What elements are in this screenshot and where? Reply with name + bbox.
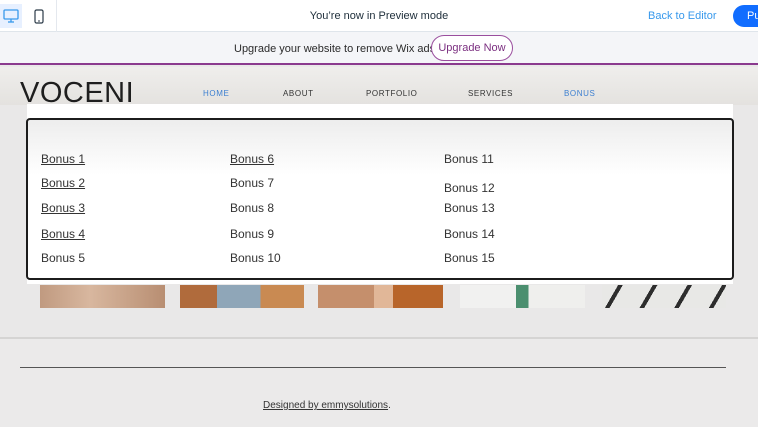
ads-text: Upgrade your website to remove Wix ads	[234, 43, 436, 55]
upgrade-now-button[interactable]: Upgrade Now	[431, 35, 513, 61]
nav-about[interactable]: ABOUT	[283, 89, 314, 98]
nav-services[interactable]: SERVICES	[468, 89, 513, 98]
gallery-image-2[interactable]	[180, 285, 304, 308]
wix-ads-banner: Upgrade your website to remove Wix ads U…	[0, 32, 758, 65]
bonus-link-3[interactable]: Bonus 3	[41, 201, 85, 215]
footer-credit: Designed by emmysolutions.	[263, 400, 391, 411]
designer-credit-link[interactable]: Designed by emmysolutions	[263, 400, 388, 411]
nav-home[interactable]: HOME	[203, 89, 229, 98]
bonus-link-8[interactable]: Bonus 8	[230, 201, 274, 215]
bonus-dropdown-menu: Bonus 1 Bonus 2 Bonus 3 Bonus 4 Bonus 5 …	[26, 118, 734, 280]
bonus-link-1[interactable]: Bonus 1	[41, 152, 85, 166]
bonus-link-15[interactable]: Bonus 15	[444, 251, 495, 265]
site-footer	[0, 339, 758, 427]
gallery-image-4[interactable]	[460, 285, 585, 308]
bonus-link-6[interactable]: Bonus 6	[230, 152, 274, 166]
bonus-link-9[interactable]: Bonus 9	[230, 227, 274, 241]
publish-button[interactable]: Pu	[733, 5, 758, 27]
gallery-image-1[interactable]	[40, 285, 165, 308]
gallery-image-3[interactable]	[318, 285, 443, 308]
back-to-editor-link[interactable]: Back to Editor	[648, 10, 716, 22]
bonus-link-7[interactable]: Bonus 7	[230, 176, 274, 190]
preview-topbar: You’re now in Preview mode Back to Edito…	[0, 0, 758, 32]
preview-mode-text: You’re now in Preview mode	[309, 10, 449, 22]
bonus-link-14[interactable]: Bonus 14	[444, 227, 495, 241]
bonus-link-4[interactable]: Bonus 4	[41, 227, 85, 241]
bonus-link-2[interactable]: Bonus 2	[41, 176, 85, 190]
credit-suffix: .	[388, 400, 391, 411]
gallery-image-5[interactable]	[602, 285, 726, 308]
footer-rule	[20, 367, 726, 368]
bonus-link-10[interactable]: Bonus 10	[230, 251, 281, 265]
bonus-link-13[interactable]: Bonus 13	[444, 201, 495, 215]
bonus-link-11[interactable]: Bonus 11	[444, 152, 494, 166]
nav-bonus[interactable]: BONUS	[564, 89, 595, 98]
nav-portfolio[interactable]: PORTFOLIO	[366, 89, 417, 98]
bonus-link-12[interactable]: Bonus 12	[444, 181, 495, 195]
bonus-link-5[interactable]: Bonus 5	[41, 251, 85, 265]
